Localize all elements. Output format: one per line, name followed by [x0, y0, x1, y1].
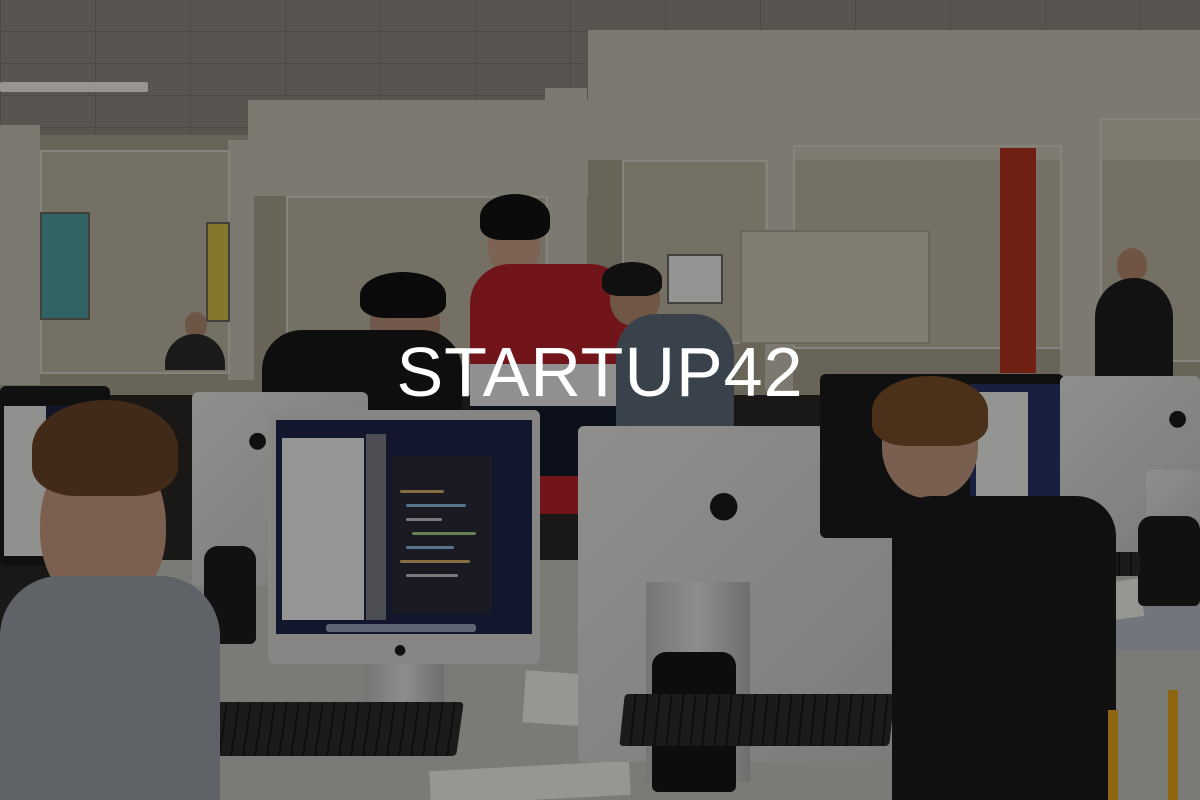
headline-title: STARTUP42 — [396, 333, 804, 411]
hero-photo: ● ● ● ● STARTUP42 — [0, 0, 1200, 800]
